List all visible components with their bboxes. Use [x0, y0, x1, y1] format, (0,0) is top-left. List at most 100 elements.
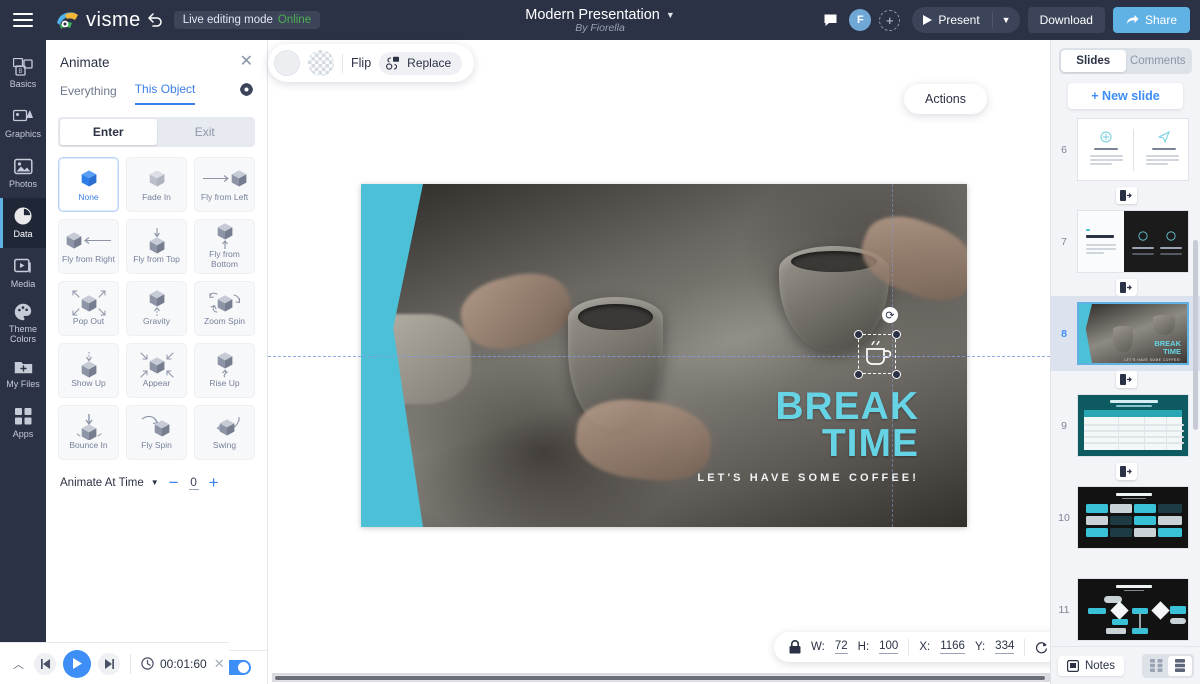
effect-zoom-spin[interactable]: Zoom Spin [194, 281, 255, 336]
notes-button[interactable]: Notes [1058, 656, 1124, 676]
slides-scrollbar[interactable] [1193, 240, 1198, 430]
grid-view-icon[interactable] [1144, 656, 1168, 676]
slide-thumbnail[interactable] [1077, 578, 1189, 641]
effect-label: Fly from Top [133, 255, 180, 265]
rotate-icon[interactable]: ⟳ [882, 307, 898, 323]
new-slide-button[interactable]: + New slide [1068, 83, 1183, 109]
selection-box[interactable] [858, 334, 896, 374]
effect-appear[interactable]: Appear [126, 343, 187, 398]
effect-fly-from-top[interactable]: Fly from Top [126, 219, 187, 274]
skip-previous-icon[interactable] [34, 653, 56, 675]
effect-fly-from-right[interactable]: Fly from Right [58, 219, 119, 274]
slide-transition-icon[interactable] [1116, 279, 1137, 296]
slide-transition-icon[interactable] [1116, 463, 1137, 480]
slide-thumbnail[interactable] [1077, 210, 1189, 273]
resize-handle-top-right[interactable] [892, 330, 901, 339]
effect-bounce-in[interactable]: Bounce In [58, 405, 119, 460]
rail-item-graphics[interactable]: Graphics [0, 98, 46, 148]
effect-fade-in[interactable]: Fade In [126, 157, 187, 212]
list-view-icon[interactable] [1168, 656, 1192, 676]
effect-none[interactable]: None [58, 157, 119, 212]
segment-enter[interactable]: Enter [60, 119, 157, 145]
chevron-up-icon[interactable]: ︿ [10, 656, 27, 672]
flip-button[interactable]: Flip [351, 56, 371, 70]
gear-icon[interactable] [240, 83, 253, 99]
effect-fly-from-left[interactable]: Fly from Left [194, 157, 255, 212]
close-icon[interactable]: ✕ [240, 54, 253, 70]
effect-fly-spin[interactable]: Fly Spin [126, 405, 187, 460]
resize-handle-bottom-right[interactable] [892, 370, 901, 379]
animate-at-time-select[interactable]: Animate At Time ▼ [60, 477, 159, 489]
slide-list-item[interactable]: 10 [1051, 480, 1200, 555]
resize-handle-top-left[interactable] [854, 330, 863, 339]
slide-number: 9 [1051, 420, 1077, 432]
effect-fly-from-bottom[interactable]: Fly from Bottom [194, 219, 255, 274]
slide-list-item[interactable]: 7 [1051, 204, 1200, 279]
add-collaborator-button[interactable]: + [879, 10, 900, 31]
undo-icon[interactable] [147, 12, 164, 28]
rail-item-apps[interactable]: Apps [0, 398, 46, 448]
animate-at-time-value[interactable]: 0 [189, 475, 199, 490]
slide-list-item[interactable]: 11 [1051, 572, 1200, 646]
slide-list-item[interactable]: 9 [1051, 388, 1200, 463]
slide-list-item[interactable]: 6 [1051, 112, 1200, 187]
resize-handle-bottom-left[interactable] [854, 370, 863, 379]
lock-icon[interactable] [789, 640, 801, 654]
y-value[interactable]: 334 [995, 640, 1014, 654]
effect-rise-up[interactable]: Rise Up [194, 343, 255, 398]
present-button[interactable]: Present [912, 13, 991, 27]
effect-pop-out[interactable]: Pop Out [58, 281, 119, 336]
x-value[interactable]: 1166 [940, 640, 965, 654]
download-button[interactable]: Download [1028, 7, 1105, 33]
animate-panel-tabs: Everything This Object [46, 78, 267, 105]
tab-this-object[interactable]: This Object [135, 82, 196, 105]
fill-color-swatch[interactable] [274, 50, 300, 76]
decrement-button[interactable]: − [169, 474, 179, 491]
cube-swing-icon [208, 415, 242, 439]
hamburger-icon[interactable] [0, 0, 46, 40]
slide-thumbnail[interactable] [1077, 486, 1189, 549]
canvas-horizontal-scrollbar[interactable] [272, 673, 1050, 682]
scrollbar-thumb[interactable] [274, 675, 1046, 681]
replace-button[interactable]: Replace [379, 52, 462, 75]
slides-list[interactable]: 6 [1051, 112, 1200, 646]
data-pie-icon [13, 207, 33, 226]
brand-logo-group[interactable]: visme [56, 9, 141, 32]
rail-item-media[interactable]: Media [0, 248, 46, 298]
rail-item-photos[interactable]: Photos [0, 148, 46, 198]
slide-subtitle[interactable]: LET'S HAVE SOME COFFEE! [697, 472, 919, 484]
slide-transition-icon[interactable] [1116, 187, 1137, 204]
avatar[interactable]: F [849, 9, 871, 31]
effect-show-up[interactable]: Show Up [58, 343, 119, 398]
transparency-swatch[interactable] [308, 50, 334, 76]
segment-exit[interactable]: Exit [157, 119, 254, 145]
slide-thumbnail[interactable] [1077, 394, 1189, 457]
rail-item-my-files[interactable]: My Files [0, 348, 46, 398]
chevron-down-icon[interactable]: ▼ [666, 10, 675, 20]
slide-canvas[interactable]: BREAK TIME LET'S HAVE SOME COFFEE! ⟳ [361, 184, 967, 527]
clear-time-close-icon[interactable]: ✕ [214, 656, 225, 672]
slide-title[interactable]: BREAK TIME [775, 388, 919, 462]
effect-gravity[interactable]: Gravity [126, 281, 187, 336]
comment-icon[interactable] [819, 9, 841, 31]
present-options-chevron-down-icon[interactable]: ▼ [993, 15, 1020, 25]
height-value[interactable]: 100 [879, 640, 898, 654]
document-title[interactable]: Modern Presentation ▼ [525, 7, 675, 23]
slide-transition-icon[interactable] [1116, 371, 1137, 388]
width-value[interactable]: 72 [835, 640, 848, 654]
increment-button[interactable]: + [209, 474, 219, 491]
tab-everything[interactable]: Everything [60, 84, 117, 105]
slide-thumbnail[interactable]: BREAKTIME LET'S HAVE SOME COFFEE! [1077, 302, 1189, 365]
share-button[interactable]: Share [1113, 7, 1190, 33]
tab-comments[interactable]: Comments [1126, 50, 1191, 72]
skip-next-icon[interactable] [98, 653, 120, 675]
rail-item-basics[interactable]: B Basics [0, 48, 46, 98]
actions-button[interactable]: Actions [904, 84, 987, 114]
effect-swing[interactable]: Swing [194, 405, 255, 460]
play-button[interactable] [63, 650, 91, 678]
slide-list-item-current[interactable]: 8 BREAKTIME LET'S HAVE SOME COFFEE! [1051, 296, 1200, 371]
rail-item-theme-colors[interactable]: Theme Colors [0, 298, 46, 348]
tab-slides[interactable]: Slides [1061, 50, 1126, 72]
rail-item-data[interactable]: Data [0, 198, 46, 248]
slide-thumbnail[interactable] [1077, 118, 1189, 181]
